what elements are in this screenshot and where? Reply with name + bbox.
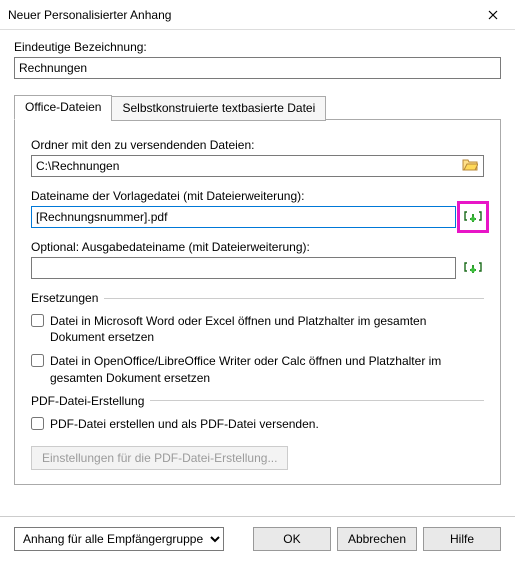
folder-icon <box>462 158 478 171</box>
browse-folder-button[interactable] <box>462 158 478 174</box>
template-filename-input[interactable] <box>31 206 456 228</box>
insert-placeholder-button[interactable] <box>462 206 484 228</box>
checkbox-openoffice-replace-label: Datei in OpenOffice/LibreOffice Writer o… <box>50 353 484 385</box>
checkbox-create-pdf-label: PDF-Datei erstellen und als PDF-Datei ve… <box>50 416 484 432</box>
cancel-button[interactable]: Abbrechen <box>337 527 417 551</box>
folder-input[interactable] <box>31 155 484 177</box>
tab-panel-office: Ordner mit den zu versendenden Dateien: <box>14 119 501 485</box>
insert-placeholder-highlight <box>457 201 489 233</box>
insert-placeholder-icon <box>464 208 482 226</box>
help-button[interactable]: Hilfe <box>423 527 501 551</box>
folder-label: Ordner mit den zu versendenden Dateien: <box>31 138 484 152</box>
checkbox-word-excel-replace-label: Datei in Microsoft Word oder Excel öffne… <box>50 313 484 345</box>
output-filename-input[interactable] <box>31 257 456 279</box>
divider <box>104 298 484 299</box>
template-filename-label: Dateiname der Vorlagedatei (mit Dateierw… <box>31 189 484 203</box>
tab-self-constructed[interactable]: Selbstkonstruierte textbasierte Datei <box>111 96 326 121</box>
close-button[interactable] <box>473 1 513 29</box>
titlebar: Neuer Personalisierter Anhang <box>0 0 515 30</box>
replacements-header: Ersetzungen <box>31 291 98 305</box>
pdf-creation-header: PDF-Datei-Erstellung <box>31 394 144 408</box>
unique-id-input[interactable] <box>14 57 501 79</box>
output-filename-label: Optional: Ausgabedateiname (mit Dateierw… <box>31 240 484 254</box>
checkbox-word-excel-replace[interactable] <box>31 314 44 327</box>
tab-office-files[interactable]: Office-Dateien <box>14 95 112 120</box>
titlebar-title: Neuer Personalisierter Anhang <box>8 8 473 22</box>
insert-placeholder-icon <box>464 259 482 277</box>
pdf-settings-button: Einstellungen für die PDF-Datei-Erstellu… <box>31 446 288 470</box>
dialog-footer: Anhang für alle Empfängergruppen OK Abbr… <box>0 516 515 563</box>
tab-strip: Office-Dateien Selbstkonstruierte textba… <box>14 95 501 120</box>
scope-select[interactable]: Anhang für alle Empfängergruppen <box>14 527 224 551</box>
close-icon <box>488 10 498 20</box>
insert-placeholder-output-button[interactable] <box>462 257 484 279</box>
unique-id-label: Eindeutige Bezeichnung: <box>14 40 501 54</box>
checkbox-openoffice-replace[interactable] <box>31 354 44 367</box>
divider <box>150 400 484 401</box>
ok-button[interactable]: OK <box>253 527 331 551</box>
checkbox-create-pdf[interactable] <box>31 417 44 430</box>
